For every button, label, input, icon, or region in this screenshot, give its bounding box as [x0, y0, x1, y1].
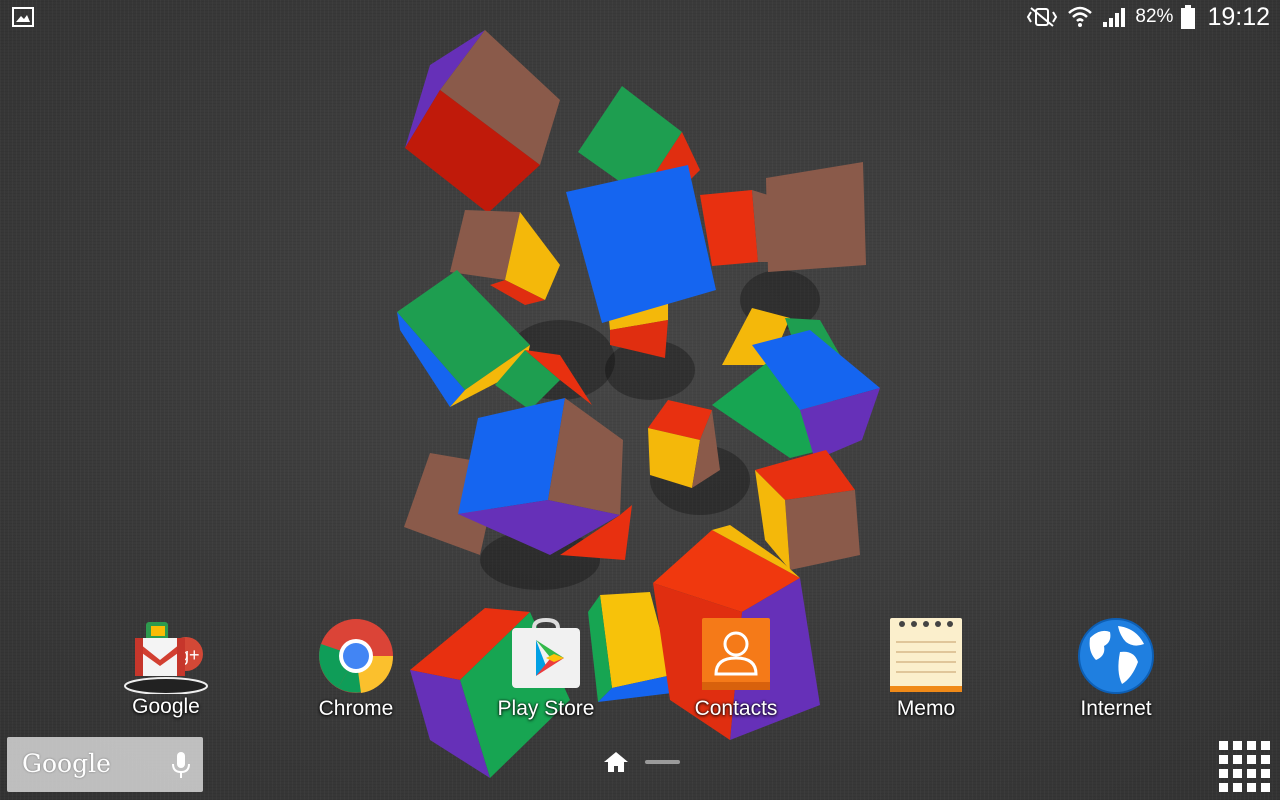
dock-label: Google	[132, 695, 200, 718]
dock-label: Play Store	[497, 697, 595, 720]
chrome-icon	[316, 616, 396, 696]
dock-label: Contacts	[694, 697, 778, 720]
play-store-icon	[506, 616, 586, 696]
dock-label: Internet	[1080, 697, 1152, 720]
dock-label: Chrome	[318, 697, 394, 720]
dock-item-google[interactable]: g+ Google	[96, 614, 236, 719]
google-search-bar[interactable]: Google	[7, 737, 203, 792]
mic-icon[interactable]	[171, 750, 191, 780]
battery-percent: 82%	[1135, 6, 1174, 27]
dock-item-contacts[interactable]: Contacts	[666, 616, 806, 721]
dock-item-internet[interactable]: Internet	[1046, 616, 1186, 721]
home-icon[interactable]	[604, 752, 628, 772]
memo-icon	[886, 616, 966, 696]
dock-label: Memo	[896, 697, 956, 720]
contacts-icon	[696, 616, 776, 696]
clock: 19:12	[1207, 2, 1270, 31]
battery-icon	[1181, 5, 1196, 29]
google-folder-icon: g+	[124, 614, 208, 694]
wifi-icon	[1068, 6, 1093, 27]
google-logo: Google	[22, 749, 111, 778]
dock-item-play-store[interactable]: Play Store	[476, 616, 616, 721]
gallery-notification-icon[interactable]	[12, 7, 34, 27]
dock-item-chrome[interactable]: Chrome	[286, 616, 426, 721]
page-indicator	[604, 752, 680, 772]
apps-grid-icon[interactable]	[1218, 740, 1270, 792]
status-icons: 82% 19:12	[1025, 0, 1270, 34]
globe-icon	[1076, 616, 1156, 696]
signal-icon	[1103, 8, 1126, 27]
dock-item-memo[interactable]: Memo	[856, 616, 996, 721]
page-dash[interactable]	[645, 760, 680, 764]
status-bar: 82% 19:12	[0, 0, 1280, 34]
vibrate-icon	[1027, 7, 1058, 27]
